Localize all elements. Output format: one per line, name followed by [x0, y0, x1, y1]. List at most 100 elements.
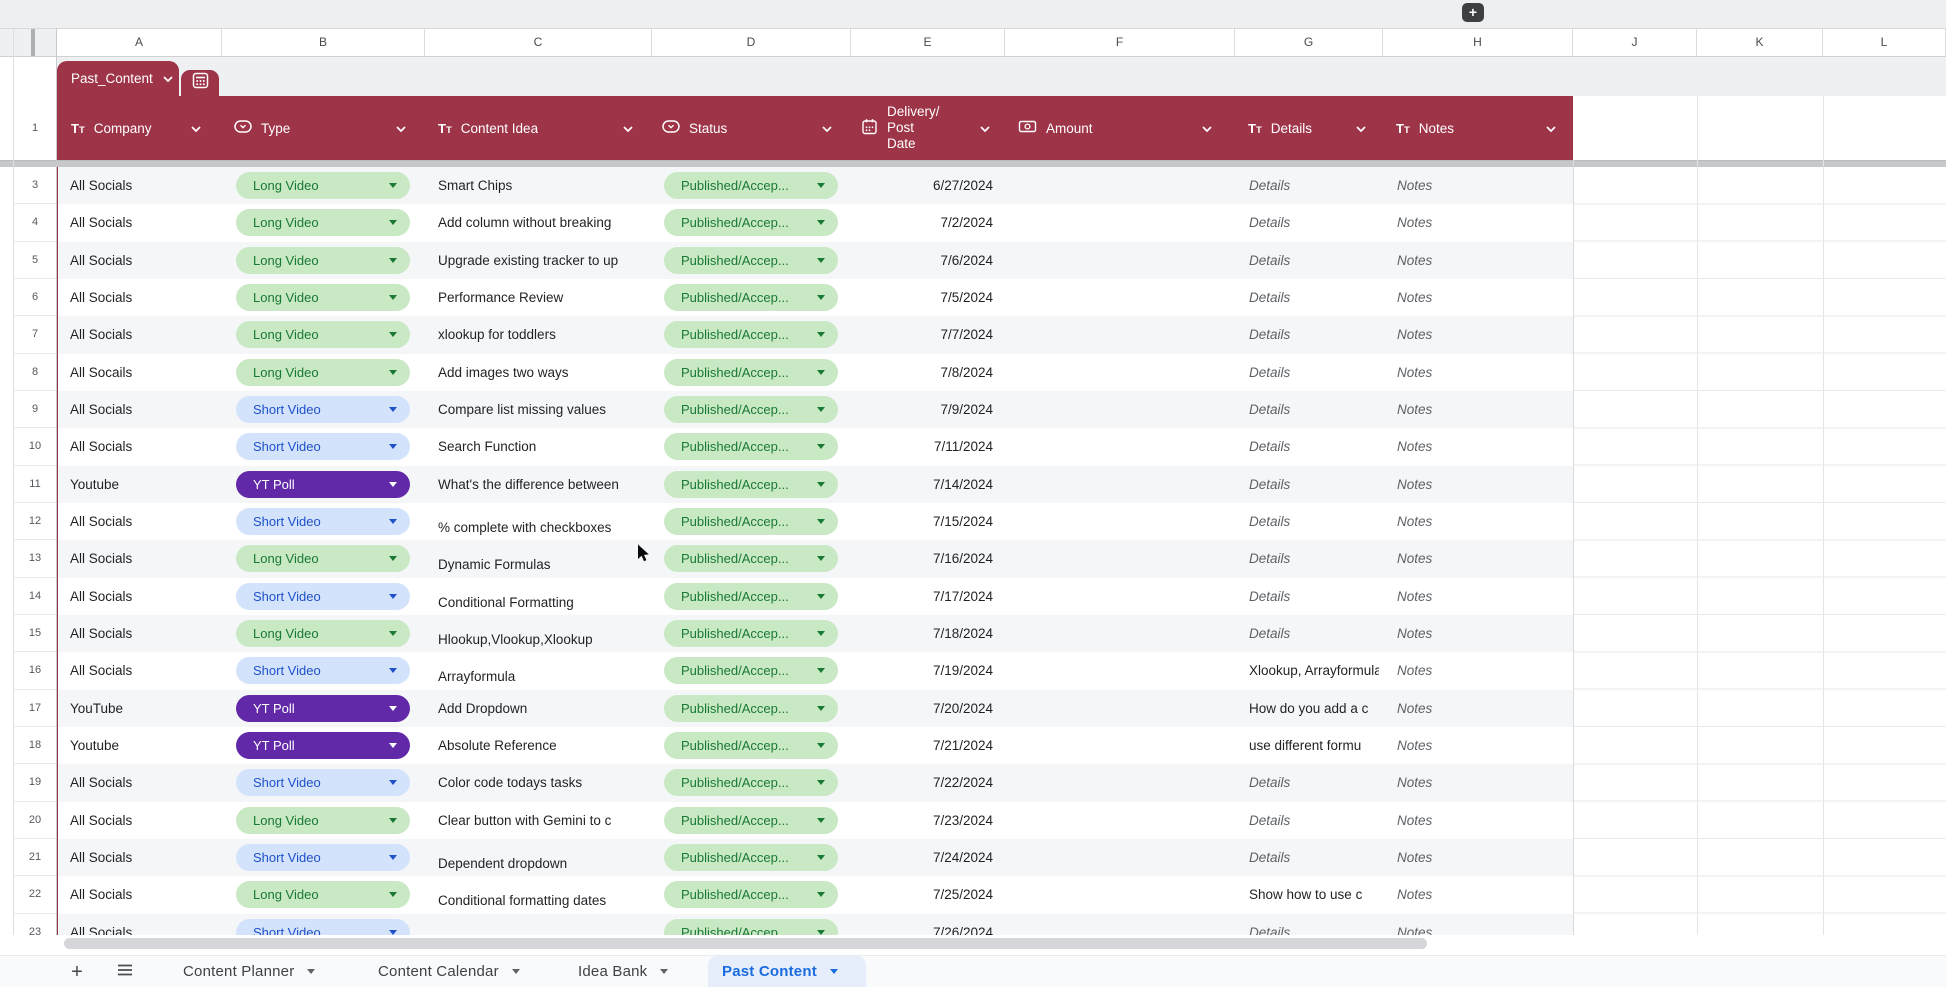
row-number[interactable]: 20: [13, 801, 57, 839]
cell-notes[interactable]: Notes: [1397, 242, 1559, 279]
cell-date[interactable]: 7/19/2024: [851, 652, 1003, 689]
cell-date[interactable]: 7/24/2024: [851, 839, 1003, 876]
type-dropdown-chip[interactable]: Long Video: [236, 246, 410, 274]
cell-date[interactable]: 7/5/2024: [851, 279, 1003, 316]
status-dropdown-chip[interactable]: Published/Accep...: [664, 769, 838, 797]
cell-notes[interactable]: Notes: [1397, 466, 1559, 503]
cell-company[interactable]: All Socials: [70, 578, 228, 615]
select-all-corner[interactable]: [0, 29, 57, 56]
cell-content-idea[interactable]: Performance Review: [438, 279, 651, 316]
row-number[interactable]: 7: [13, 316, 57, 354]
sheet-tab-idea-bank[interactable]: Idea Bank: [578, 956, 669, 987]
type-dropdown-chip[interactable]: Short Video: [236, 507, 410, 535]
status-dropdown-chip[interactable]: Published/Accep...: [664, 172, 838, 199]
row-number[interactable]: 10: [13, 428, 57, 466]
header-delivery-post-date[interactable]: Delivery/ Post Date: [851, 96, 1005, 160]
sheet-tab-past-content[interactable]: Past Content: [722, 956, 838, 987]
row-number[interactable]: 4: [13, 204, 57, 242]
row-number[interactable]: 23: [13, 913, 57, 935]
chevron-down-icon[interactable]: [821, 121, 833, 136]
status-dropdown-chip[interactable]: Published/Accep...: [664, 358, 838, 386]
cell-company[interactable]: All Socials: [70, 914, 228, 935]
type-dropdown-chip[interactable]: Long Video: [236, 283, 410, 311]
cell-notes[interactable]: Notes: [1397, 690, 1559, 727]
cell-company[interactable]: All Socials: [70, 615, 228, 652]
cell-date[interactable]: 7/6/2024: [851, 242, 1003, 279]
status-dropdown-chip[interactable]: Published/Accep...: [664, 433, 838, 461]
type-dropdown-chip[interactable]: Long Video: [236, 358, 410, 386]
type-dropdown-chip[interactable]: Long Video: [236, 619, 410, 647]
cell-company[interactable]: YouTube: [70, 690, 228, 727]
cell-content-idea[interactable]: Upgrade existing tracker to up: [438, 242, 651, 279]
cell-company[interactable]: Youtube: [70, 727, 228, 764]
status-dropdown-chip[interactable]: Published/Accep...: [664, 881, 838, 909]
row-number[interactable]: 21: [13, 838, 57, 877]
type-dropdown-chip[interactable]: YT Poll: [236, 731, 410, 759]
floating-add-button[interactable]: +: [1462, 3, 1484, 22]
hidden-row-indicator[interactable]: [0, 160, 1946, 167]
cell-details[interactable]: Details: [1249, 839, 1379, 876]
type-dropdown-chip[interactable]: Short Video: [236, 433, 410, 461]
row-number[interactable]: 18: [13, 726, 57, 765]
cell-content-idea[interactable]: Add column without breaking: [438, 204, 651, 241]
column-header-letter[interactable]: K: [1697, 29, 1823, 56]
cell-details[interactable]: Details: [1249, 354, 1379, 391]
cell-notes[interactable]: Notes: [1397, 876, 1559, 913]
cell-details[interactable]: Show how to use c: [1249, 876, 1379, 913]
type-dropdown-chip[interactable]: Long Video: [236, 172, 410, 199]
type-dropdown-chip[interactable]: YT Poll: [236, 694, 410, 722]
status-dropdown-chip[interactable]: Published/Accep...: [664, 209, 838, 237]
row-number[interactable]: 11: [13, 465, 57, 503]
cell-date[interactable]: 7/25/2024: [851, 876, 1003, 913]
row-number[interactable]: 8: [13, 353, 57, 391]
row-number[interactable]: 14: [13, 577, 57, 615]
column-header-letter[interactable]: A: [57, 29, 222, 56]
status-dropdown-chip[interactable]: Published/Accep...: [664, 806, 838, 834]
cell-details[interactable]: Details: [1249, 914, 1379, 935]
cell-date[interactable]: 7/16/2024: [851, 540, 1003, 577]
cell-company[interactable]: Youtube: [70, 466, 228, 503]
sheet-tab-content-planner[interactable]: Content Planner: [183, 956, 316, 987]
cell-notes[interactable]: Notes: [1397, 167, 1559, 204]
cell-date[interactable]: 7/17/2024: [851, 578, 1003, 615]
status-dropdown-chip[interactable]: Published/Accep...: [664, 918, 838, 935]
all-sheets-menu-button[interactable]: [108, 956, 142, 987]
cell-details[interactable]: Details: [1249, 540, 1379, 577]
horizontal-scrollbar[interactable]: [64, 938, 1427, 949]
cell-date[interactable]: 7/2/2024: [851, 204, 1003, 241]
type-dropdown-chip[interactable]: YT Poll: [236, 470, 410, 498]
cell-content-idea[interactable]: Smart Chips: [438, 167, 651, 204]
column-header-letter[interactable]: F: [1005, 29, 1235, 56]
cell-content-idea[interactable]: xlookup for toddlers: [438, 316, 651, 353]
cell-date[interactable]: 7/15/2024: [851, 503, 1003, 540]
row-number[interactable]: 22: [13, 876, 57, 914]
cell-notes[interactable]: Notes: [1397, 354, 1559, 391]
cell-details[interactable]: Details: [1249, 204, 1379, 241]
header-details[interactable]: TT Details: [1235, 96, 1383, 160]
type-dropdown-chip[interactable]: Long Video: [236, 806, 410, 834]
row-number[interactable]: 1: [13, 96, 57, 160]
cell-details[interactable]: Details: [1249, 578, 1379, 615]
cell-company[interactable]: All Socials: [70, 279, 228, 316]
status-dropdown-chip[interactable]: Published/Accep...: [664, 843, 838, 871]
type-dropdown-chip[interactable]: Short Video: [236, 769, 410, 797]
cell-notes[interactable]: Notes: [1397, 578, 1559, 615]
cell-company[interactable]: All Socials: [70, 391, 228, 428]
column-header-letter[interactable]: D: [652, 29, 851, 56]
status-dropdown-chip[interactable]: Published/Accep...: [664, 283, 838, 311]
cell-content-idea[interactable]: Search Function: [438, 428, 651, 465]
cell-notes[interactable]: Notes: [1397, 839, 1559, 876]
row-number[interactable]: 13: [13, 540, 57, 578]
cell-details[interactable]: Details: [1249, 428, 1379, 465]
cell-company[interactable]: All Socials: [70, 876, 228, 913]
chevron-down-icon[interactable]: [1545, 121, 1557, 136]
sheet-tab-content-calendar[interactable]: Content Calendar: [378, 956, 520, 987]
column-header-letter[interactable]: H: [1383, 29, 1573, 56]
cell-content-idea[interactable]: Absolute Reference: [438, 727, 651, 764]
row-number[interactable]: 15: [13, 614, 57, 653]
cell-date[interactable]: 7/23/2024: [851, 802, 1003, 839]
chevron-down-icon[interactable]: [622, 121, 634, 136]
column-header-letter[interactable]: J: [1573, 29, 1697, 56]
type-dropdown-chip[interactable]: Short Video: [236, 918, 410, 935]
cell-date[interactable]: 7/14/2024: [851, 466, 1003, 503]
